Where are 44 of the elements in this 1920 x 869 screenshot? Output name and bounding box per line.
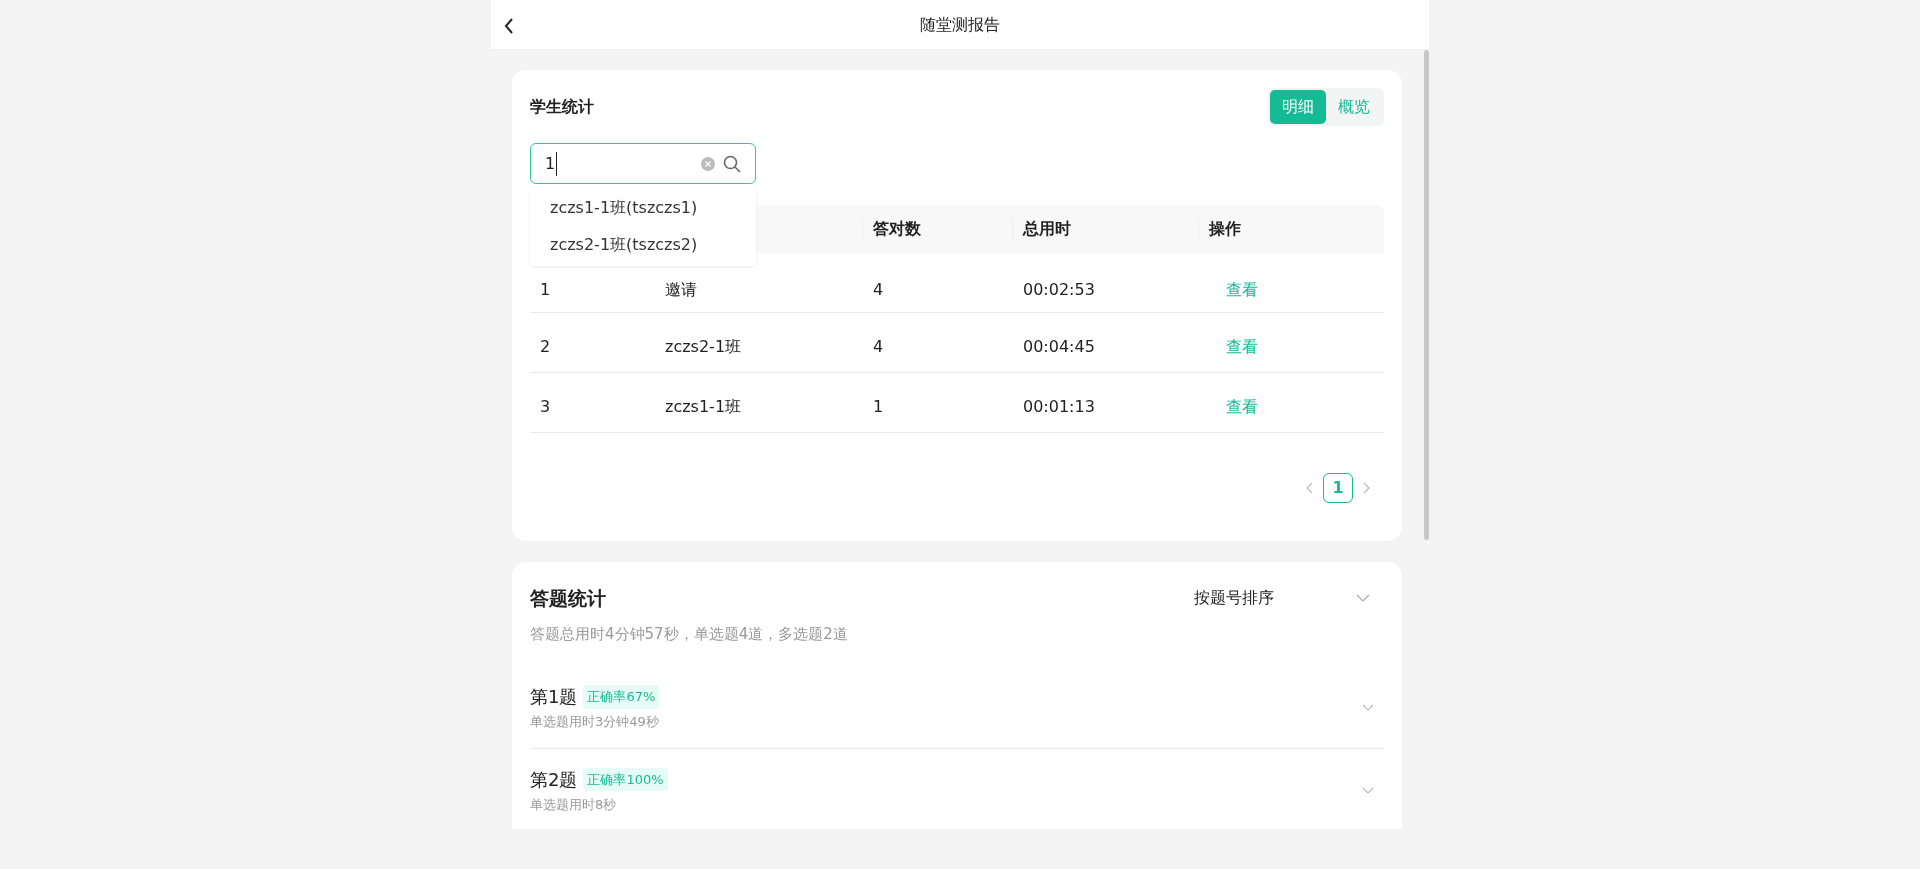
section-title: 学生统计	[530, 96, 594, 118]
table-cell: 邀请	[665, 279, 697, 299]
view-link[interactable]: 查看	[1226, 336, 1258, 356]
clear-icon[interactable]	[701, 156, 715, 171]
table-cell: zczs2-1班	[665, 336, 742, 356]
search-field[interactable]: 1	[530, 143, 756, 184]
chevron-down-icon	[1356, 594, 1370, 603]
table-cell: 3	[540, 396, 551, 416]
search-value: 1	[545, 151, 558, 176]
view-tab[interactable]: 概览	[1326, 90, 1382, 124]
question-title: 第1题	[530, 685, 578, 710]
next-page-icon[interactable]	[1363, 482, 1370, 494]
back-icon[interactable]	[504, 18, 514, 34]
table-cell: 4	[873, 336, 884, 356]
search-icon[interactable]	[723, 154, 741, 173]
table-cell: 00:04:45	[1023, 336, 1095, 356]
column-header: 答对数	[873, 218, 921, 240]
accuracy-tag: 正确率100%	[583, 767, 668, 791]
suggestion-item[interactable]: zczs2-1班(tszczs2)	[530, 226, 756, 263]
chevron-down-icon[interactable]	[1362, 704, 1374, 711]
chevron-down-icon[interactable]	[1362, 786, 1374, 794]
column-header: 总用时	[1023, 218, 1071, 240]
table-cell: zczs1-1班	[665, 396, 742, 416]
table-cell: 4	[873, 279, 884, 299]
question-title: 第2题	[530, 767, 578, 792]
suggestion-item[interactable]: zczs1-1班(tszczs1)	[530, 189, 756, 226]
view-link[interactable]: 查看	[1226, 396, 1258, 416]
page-button[interactable]: 1	[1323, 473, 1353, 503]
sort-dropdown[interactable]: 按题号排序	[1194, 586, 1384, 611]
table-cell: 00:01:13	[1023, 396, 1095, 416]
question-detail: 单选题用时8秒	[530, 795, 618, 814]
column-header: 操作	[1209, 218, 1241, 240]
view-link[interactable]: 查看	[1226, 279, 1258, 299]
table-cell: 2	[540, 336, 551, 356]
view-tab[interactable]: 明细	[1270, 90, 1326, 124]
table-cell: 00:02:53	[1023, 279, 1095, 299]
table-cell: 1	[540, 279, 551, 299]
question-detail: 单选题用时3分钟49秒	[530, 713, 660, 732]
summary-text: 答题总用时4分钟57秒，单选题4道，多选题2道	[530, 623, 849, 645]
table-cell: 1	[873, 396, 884, 416]
page-title: 随堂测报告	[920, 13, 1000, 36]
previous-page-icon[interactable]	[1306, 482, 1313, 494]
section-title: 答题统计	[530, 586, 606, 611]
accuracy-tag: 正确率67%	[583, 685, 660, 709]
